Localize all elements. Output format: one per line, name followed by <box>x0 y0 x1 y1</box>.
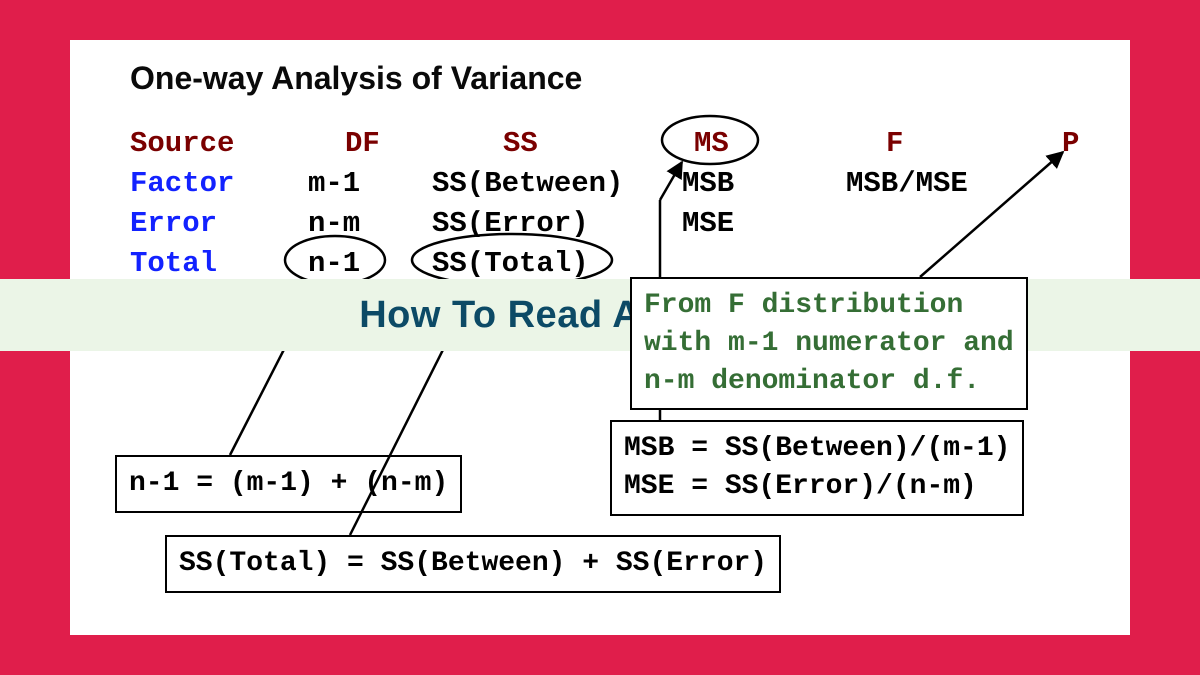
formula-fdist-line3: n-m denominator d.f. <box>644 363 1014 401</box>
row-total-df: n-1 <box>308 247 360 280</box>
row-error-df: n-m <box>308 207 360 240</box>
col-df: DF <box>345 127 380 160</box>
formula-msb: MSB = SS(Between)/(m-1) <box>624 430 1010 468</box>
col-source: Source <box>130 127 234 160</box>
col-ss: SS <box>503 127 538 160</box>
row-factor-df: m-1 <box>308 167 360 200</box>
row-total-ss: SS(Total) <box>432 247 589 280</box>
col-f: F <box>886 127 903 160</box>
formula-ss-total: SS(Total) = SS(Between) + SS(Error) <box>165 535 781 593</box>
row-error-ss: SS(Error) <box>432 207 589 240</box>
row-factor-f: MSB/MSE <box>846 167 968 200</box>
page-title: One-way Analysis of Variance <box>130 60 582 97</box>
formula-ms: MSB = SS(Between)/(m-1) MSE = SS(Error)/… <box>610 420 1024 516</box>
row-error-ms: MSE <box>682 207 734 240</box>
row-error-label: Error <box>130 207 217 240</box>
row-factor-ms: MSB <box>682 167 734 200</box>
formula-df-total: n-1 = (m-1) + (n-m) <box>115 455 462 513</box>
formula-fdist: From F distribution with m-1 numerator a… <box>630 277 1028 410</box>
col-p: P <box>1062 127 1079 160</box>
row-factor-label: Factor <box>130 167 234 200</box>
formula-fdist-line2: with m-1 numerator and <box>644 325 1014 363</box>
formula-mse: MSE = SS(Error)/(n-m) <box>624 468 1010 506</box>
row-factor-ss: SS(Between) <box>432 167 623 200</box>
col-ms: MS <box>694 127 729 160</box>
formula-fdist-line1: From F distribution <box>644 287 1014 325</box>
row-total-label: Total <box>130 247 217 280</box>
